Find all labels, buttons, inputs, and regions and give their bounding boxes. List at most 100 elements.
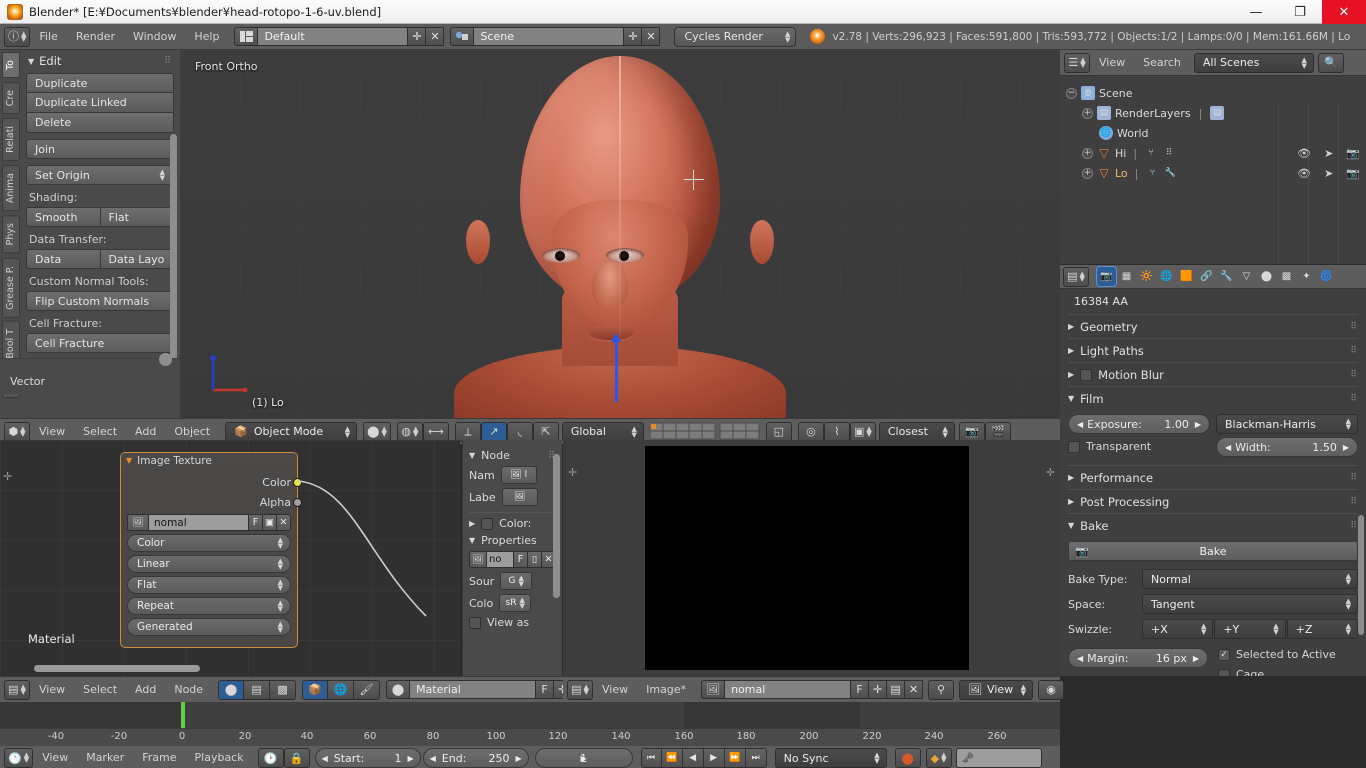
pack-image-button[interactable]: ▣	[263, 514, 277, 531]
end-frame-field[interactable]: ◀ End: 250 ▶	[422, 748, 529, 768]
fake-user-button[interactable]: F	[514, 551, 528, 568]
left-arrow-icon[interactable]: ◀	[1077, 654, 1083, 663]
manipulate-center-points-toggle[interactable]: ⟷	[422, 421, 449, 442]
swizzle-y-dropdown[interactable]: +Y ▲ ▼	[1214, 619, 1286, 639]
toolshelf-tab-tools[interactable]: To	[2, 52, 20, 79]
toolshelf-tab-grease-pencil[interactable]: Grease P.	[2, 257, 20, 318]
left-arrow-icon[interactable]: ◀	[12, 754, 18, 763]
pixel-filter-dropdown[interactable]: Blackman-Harris ▲ ▼	[1216, 414, 1358, 434]
scale-manipulator-button[interactable]: ⇱	[532, 421, 559, 442]
image-texture-node[interactable]: ▼ Image Texture Color Alpha 🖼 nomal F ▣ …	[120, 452, 302, 648]
editor-type-node-icon[interactable]: ▤ ▲ ▼	[4, 679, 30, 700]
material-name-field[interactable]: Material	[410, 680, 537, 699]
delete-button[interactable]: Delete	[26, 113, 174, 133]
editor-type-properties-icon[interactable]: ▤ ▲ ▼	[1063, 266, 1089, 287]
screen-layout-name[interactable]: Default	[258, 27, 409, 46]
properties-tab-scene[interactable]: 🔆	[1137, 267, 1156, 286]
panel-light-paths[interactable]: ▶ Light Paths ⠿	[1068, 338, 1358, 362]
jump-prev-keyframe-button[interactable]: ⏪	[661, 748, 683, 768]
viewport-shading-dropdown[interactable]: ⬤ ▲ ▼	[363, 421, 391, 442]
cage-checkbox[interactable]	[1218, 668, 1230, 676]
pivot-point-dropdown[interactable]: ◍ ▲ ▼	[396, 421, 423, 442]
unlink-image-button[interactable]: ✕	[277, 514, 291, 531]
snap-mode-dropdown[interactable]: ▣ ▲ ▼	[849, 421, 876, 442]
menu-file[interactable]: File	[30, 27, 66, 47]
eye-visibility-icon[interactable]: 👁	[1297, 167, 1311, 180]
node-menu-select[interactable]: Select	[74, 680, 126, 700]
snap-target-dropdown[interactable]: Closest ▲ ▼	[878, 421, 955, 442]
minimize-button[interactable]: —	[1234, 0, 1278, 24]
image-browse-icon[interactable]: 🖼	[469, 551, 487, 568]
transparent-checkbox[interactable]	[1068, 440, 1080, 453]
left-arrow-icon[interactable]: ◀	[430, 754, 436, 763]
swizzle-x-dropdown[interactable]: +X ▲ ▼	[1142, 619, 1214, 639]
toolshelf-resize-knob[interactable]	[159, 353, 172, 366]
uv-image-editor[interactable]: ✛ ✛	[563, 440, 1060, 676]
unlink-image-button[interactable]: ✕	[905, 680, 924, 699]
image-browse-icon[interactable]: 🖼	[127, 514, 149, 531]
add-screen-layout-button[interactable]: ✛	[408, 27, 427, 46]
right-arrow-icon[interactable]: ▶	[515, 754, 521, 763]
timeline-ruler[interactable]: -40 -20 0 20 40 60 80 100 120 140 160 18…	[0, 728, 1060, 746]
right-arrow-icon[interactable]: ▶	[581, 754, 587, 763]
timeline-menu-frame[interactable]: Frame	[133, 748, 185, 768]
camera-renderable-icon[interactable]: 📷	[1346, 147, 1360, 160]
cursor-selectable-icon[interactable]: ➤	[1324, 147, 1333, 160]
use-preview-range-button[interactable]: 🕑	[257, 748, 284, 768]
left-arrow-icon[interactable]: ◀	[322, 754, 328, 763]
margin-slider[interactable]: ◀ Margin: 16 px ▶	[1068, 648, 1208, 668]
toolshelf-tab-create[interactable]: Cre	[2, 82, 20, 115]
viewport-canvas[interactable]: Front Ortho (1) Lo	[180, 50, 1060, 418]
exposure-slider[interactable]: ◀ Exposure: 1.00 ▶	[1068, 414, 1210, 434]
fake-user-button[interactable]: F	[249, 514, 263, 531]
node-menu-node[interactable]: Node	[165, 680, 212, 700]
eye-visibility-icon[interactable]: 👁	[1297, 147, 1311, 160]
slot-world-button[interactable]: 🌐	[328, 679, 355, 700]
keying-set-field[interactable]: 🗝	[955, 748, 1042, 768]
node-sidebar-scrollbar[interactable]	[553, 454, 560, 598]
node-editor-horizontal-scrollbar[interactable]	[34, 665, 200, 672]
menu-render[interactable]: Render	[67, 27, 124, 47]
cursor-selectable-icon[interactable]: ➤	[1324, 167, 1333, 180]
shader-type-object-button[interactable]: ⬤	[218, 679, 245, 700]
jump-to-end-button[interactable]: ⏭	[745, 748, 767, 768]
swizzle-z-dropdown[interactable]: +Z ▲ ▼	[1286, 619, 1358, 639]
pin-image-button[interactable]: ⚲	[928, 679, 955, 700]
shade-flat-button[interactable]: Flat	[100, 207, 174, 227]
filter-width-slider[interactable]: ◀ Width: 1.50 ▶	[1216, 437, 1358, 457]
properties-tab-modifiers[interactable]: 🔧	[1217, 267, 1236, 286]
timeline-track-strip[interactable]	[0, 702, 1060, 728]
snap-toggle-button[interactable]: ◎	[797, 421, 824, 442]
node-label-field[interactable]: 🖼	[501, 488, 538, 506]
node-projection-dropdown[interactable]: Flat ▲ ▼	[127, 576, 291, 594]
outliner-row-world[interactable]: 🌐 World	[1064, 123, 1366, 143]
sidebar-image-name[interactable]: no	[487, 551, 514, 568]
right-arrow-icon[interactable]: ▶	[1195, 420, 1201, 429]
material-datablock-selector[interactable]: ⬤ Material F ✛ ✕	[386, 680, 591, 699]
node-color-space-dropdown[interactable]: Color ▲ ▼	[127, 534, 291, 552]
snap-element-button[interactable]: ⌇	[823, 421, 850, 442]
properties-tab-material[interactable]: ⬤	[1257, 267, 1276, 286]
node-name-field[interactable]: 🖼 l	[500, 466, 537, 484]
clear-checkbox[interactable]: ✓	[1068, 675, 1080, 676]
timeline-menu-marker[interactable]: Marker	[77, 748, 133, 768]
translate-manipulator-button[interactable]: ↗	[480, 421, 507, 442]
outliner-row-lo[interactable]: + ▽ Lo | ⑂ 🔧 👁 ➤ 📷	[1064, 163, 1366, 183]
image-menu-view[interactable]: View	[593, 680, 637, 700]
editor-type-image-icon[interactable]: ▤ ▲ ▼	[567, 679, 593, 700]
expand-toggle-icon[interactable]: +	[1082, 107, 1093, 119]
scene-name[interactable]: Scene	[474, 27, 625, 46]
edit-panel-header[interactable]: ▼ Edit ⠿	[26, 50, 174, 73]
image-editor-right-sidebar-toggle[interactable]: ✛	[1046, 466, 1055, 479]
properties-panel-header[interactable]: ▼ Properties	[469, 534, 556, 547]
image-view-mode-dropdown[interactable]: 🖼 View ▲ ▼	[959, 679, 1034, 700]
node-interpolation-dropdown[interactable]: Linear ▲ ▼	[127, 555, 291, 573]
menu-help[interactable]: Help	[185, 27, 228, 47]
properties-tab-physics[interactable]: 🌀	[1317, 267, 1336, 286]
image-fake-user-button[interactable]: F	[851, 680, 870, 699]
toolshelf-tab-animation[interactable]: Anima	[2, 165, 20, 212]
editor-type-3dview-icon[interactable]: ⬢ ▲ ▼	[4, 421, 30, 442]
lock-frame-button[interactable]: 🔒	[283, 748, 310, 768]
triangle-down-icon[interactable]: ▼	[126, 456, 132, 465]
open-image-button[interactable]: ▤	[887, 680, 906, 699]
